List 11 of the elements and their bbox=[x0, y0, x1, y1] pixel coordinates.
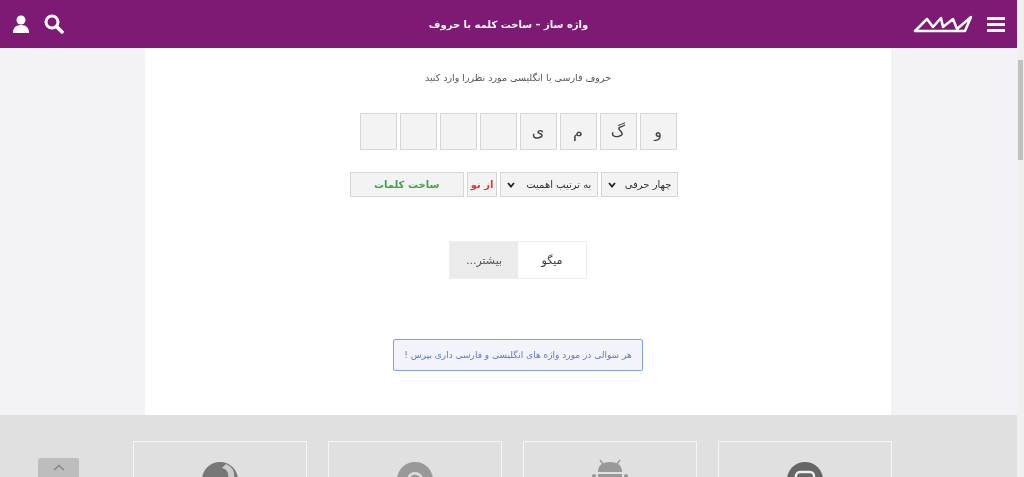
letter-field[interactable]: م bbox=[559, 113, 597, 150]
page-title: واژه ساز – ساخت کلمه با حروف bbox=[428, 18, 589, 30]
question-link[interactable]: هر سوالی در مورد واژه های انگلیسی و فارسی داری بپرس ! bbox=[393, 339, 643, 371]
dropdown[interactable]: به ترتیب اهمیت bbox=[500, 172, 599, 197]
letter-field[interactable]: و bbox=[639, 113, 677, 150]
tab[interactable]: بیشتر... bbox=[450, 242, 518, 278]
reset-button[interactable]: از نو bbox=[466, 172, 498, 197]
letter-field[interactable]: ی bbox=[519, 113, 557, 150]
instruction-text: حروف فارسی یا انگلیسی مورد نظررا وارد کنید bbox=[424, 72, 612, 83]
dropdown[interactable]: چهار حرفی bbox=[601, 172, 679, 197]
letter-field[interactable]: گ bbox=[599, 113, 637, 150]
